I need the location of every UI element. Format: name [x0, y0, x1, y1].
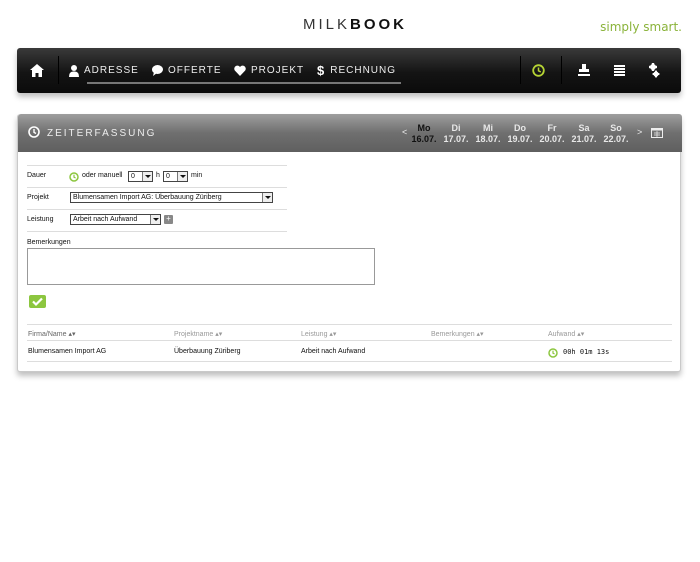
panel-title: ZEITERFASSUNG [47, 128, 157, 139]
next-week-button[interactable]: > [637, 127, 642, 137]
day-do[interactable]: Do 19.07. [504, 123, 536, 147]
prev-week-button[interactable]: < [402, 127, 407, 137]
hours-unit: h [156, 172, 160, 179]
weekday-selector: Mo 16.07. Di 17.07. Mi 18.07. Do 19.07. Fr 20… [408, 123, 632, 147]
nav-projekt[interactable]: PROJEKT [234, 48, 304, 93]
cell-leistung: Arbeit nach Aufwand [301, 348, 366, 355]
nav-rechnung-label: RECHNUNG [330, 65, 397, 76]
projekt-select[interactable]: Blumensamen Import AG: Überbauung Züribe… [70, 192, 273, 203]
table-header: Firma/Name ▴▾ Projektname ▴▾ Leistung ▴▾… [27, 324, 672, 341]
col-projektname[interactable]: Projektname ▴▾ [174, 330, 222, 338]
list-icon [614, 65, 625, 76]
cell-projekt: Überbauung Züriberg [174, 348, 241, 355]
person-icon [69, 64, 79, 77]
time-tracking-button[interactable] [532, 48, 545, 93]
clock-icon [532, 64, 545, 77]
cell-aufwand: 00h 01m 13s [563, 348, 610, 356]
submit-button[interactable] [29, 295, 46, 308]
stamp-icon [578, 64, 590, 76]
minutes-select[interactable]: 0 [163, 171, 188, 182]
chevron-down-icon [262, 193, 272, 202]
time-tracking-panel: ZEITERFASSUNG < Mo 16.07. Di 17.07. Mi 18.0… [17, 114, 682, 372]
day-di[interactable]: Di 17.07. [440, 123, 472, 147]
stopwatch-icon[interactable] [548, 348, 558, 358]
bemerkungen-label: Bemerkungen [27, 239, 71, 246]
add-leistung-button[interactable]: + [164, 215, 173, 224]
chevron-down-icon [177, 172, 187, 181]
tagline: simply smart. [600, 20, 682, 34]
nav-rechnung[interactable]: $ RECHNUNG [317, 48, 396, 93]
logo-light: MILK [303, 16, 351, 33]
col-leistung[interactable]: Leistung ▴▾ [301, 330, 336, 338]
speech-bubble-icon [152, 65, 163, 76]
day-sa[interactable]: Sa 21.07. [568, 123, 600, 147]
day-so[interactable]: So 22.07. [600, 123, 632, 147]
leistung-label: Leistung [27, 216, 54, 223]
chevron-down-icon [150, 215, 160, 224]
stamp-button[interactable] [578, 48, 590, 93]
chevron-down-icon [142, 172, 152, 181]
checkmark-icon [32, 297, 43, 307]
heart-icon [234, 65, 246, 76]
gear-icon [649, 63, 660, 78]
col-aufwand[interactable]: Aufwand ▴▾ [548, 330, 584, 338]
list-button[interactable] [614, 48, 625, 93]
nav-adresse-label: ADRESSE [84, 65, 139, 76]
nav-underline [87, 82, 401, 84]
app-logo: MILKBOOK [303, 16, 407, 33]
projekt-label: Projekt [27, 194, 49, 201]
nav-adresse[interactable]: ADRESSE [69, 48, 139, 93]
dauer-label: Dauer [27, 172, 47, 179]
nav-offerte[interactable]: OFFERTE [152, 48, 221, 93]
col-firma[interactable]: Firma/Name ▴▾ [28, 330, 76, 338]
home-button[interactable] [30, 48, 44, 93]
main-navbar: ADRESSE OFFERTE PROJEKT $ RECHNUNG [17, 48, 681, 93]
panel-header: ZEITERFASSUNG < Mo 16.07. Di 17.07. Mi 18.0… [18, 114, 682, 152]
settings-button[interactable] [648, 48, 660, 93]
form-divider [27, 231, 287, 232]
bemerkungen-textarea[interactable] [27, 248, 375, 285]
manual-text: oder manuell [82, 172, 123, 179]
stopwatch-icon[interactable] [69, 172, 79, 182]
leistung-select[interactable]: Arbeit nach Aufwand [70, 214, 161, 225]
calendar-icon[interactable] [651, 127, 663, 138]
logo-bold: BOOK [350, 16, 408, 33]
hours-select[interactable]: 0 [128, 171, 153, 182]
day-fr[interactable]: Fr 20.07. [536, 123, 568, 147]
nav-projekt-label: PROJEKT [251, 65, 305, 76]
nav-offerte-label: OFFERTE [168, 65, 222, 76]
day-mi[interactable]: Mi 18.07. [472, 123, 504, 147]
minutes-unit: min [191, 172, 203, 179]
clock-icon [28, 126, 40, 138]
table-row[interactable]: Blumensamen Import AG Überbauung Züriber… [27, 341, 672, 362]
col-bemerkungen[interactable]: Bemerkungen ▴▾ [431, 330, 484, 338]
home-icon [30, 64, 44, 77]
day-mo[interactable]: Mo 16.07. [408, 123, 440, 147]
cell-firma: Blumensamen Import AG [28, 348, 107, 355]
dollar-icon: $ [317, 63, 326, 78]
